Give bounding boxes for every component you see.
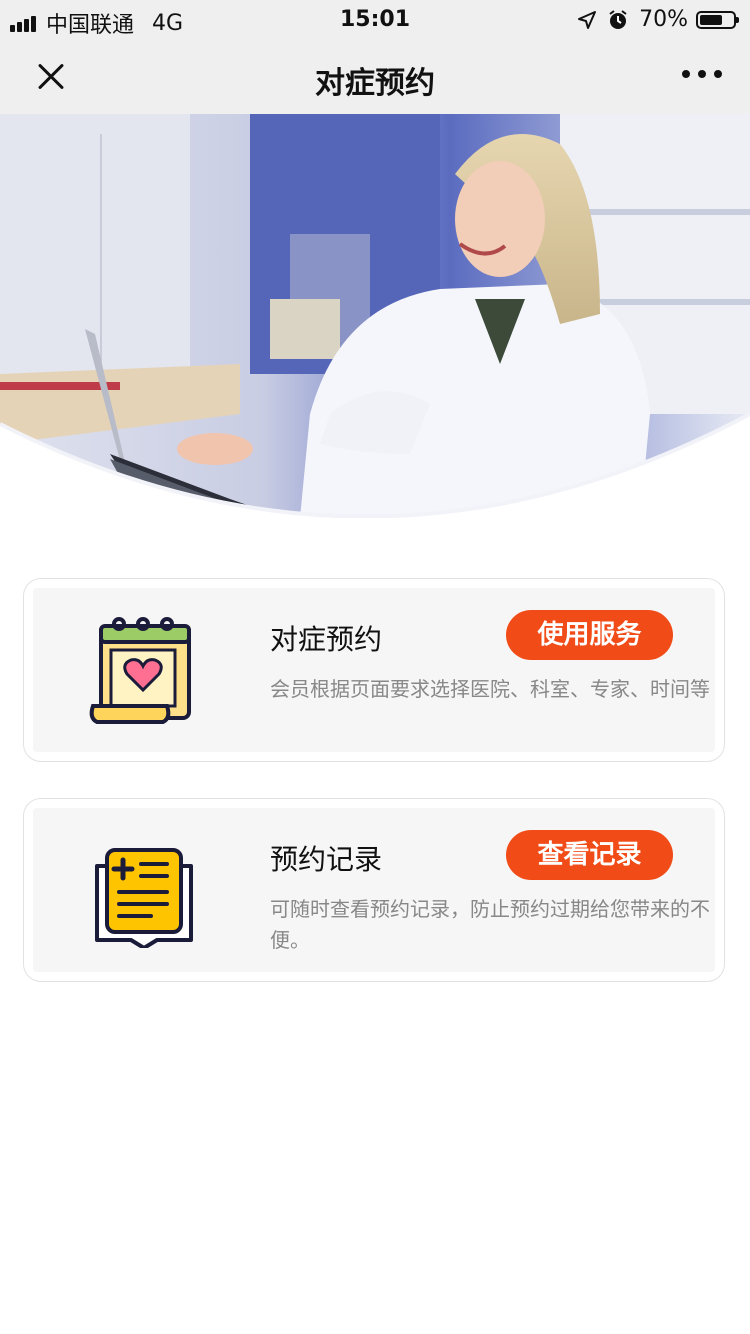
card-title: 预约记录 (270, 843, 383, 876)
calendar-heart-icon (89, 617, 191, 724)
view-records-button[interactable]: 查看记录 (506, 830, 673, 880)
page-title: 对症预约 (315, 66, 435, 101)
use-service-button[interactable]: 使用服务 (506, 610, 673, 660)
alarm-icon (609, 9, 627, 29)
card-body: 对症预约 使用服务 会员根据页面要求选择医院、科室、专家、时间等 (33, 588, 715, 752)
battery-icon (696, 10, 739, 29)
banner-image (0, 114, 750, 518)
medical-record-icon (95, 848, 193, 948)
more-dots-icon[interactable] (682, 70, 722, 80)
card-description: 可随时查看预约记录，防止预约过期给您带来的不便。 (270, 897, 710, 952)
status-right: 70% (577, 7, 739, 32)
card-body: 预约记录 查看记录 可随时查看预约记录，防止预约过期给您带来的不便。 (33, 808, 715, 972)
service-card-records: 预约记录 查看记录 可随时查看预约记录，防止预约过期给您带来的不便。 (23, 798, 725, 982)
service-card-appointment: 对症预约 使用服务 会员根据页面要求选择医院、科室、专家、时间等 (23, 578, 725, 762)
card-description: 会员根据页面要求选择医院、科室、专家、时间等 (270, 677, 710, 701)
battery-percent: 70% (639, 7, 688, 32)
status-bar: 中国联通 4G 15:01 70% (0, 0, 750, 40)
location-arrow-icon (578, 10, 597, 29)
nav-bar: 对症预约 (0, 40, 750, 114)
card-title: 对症预约 (270, 623, 383, 656)
